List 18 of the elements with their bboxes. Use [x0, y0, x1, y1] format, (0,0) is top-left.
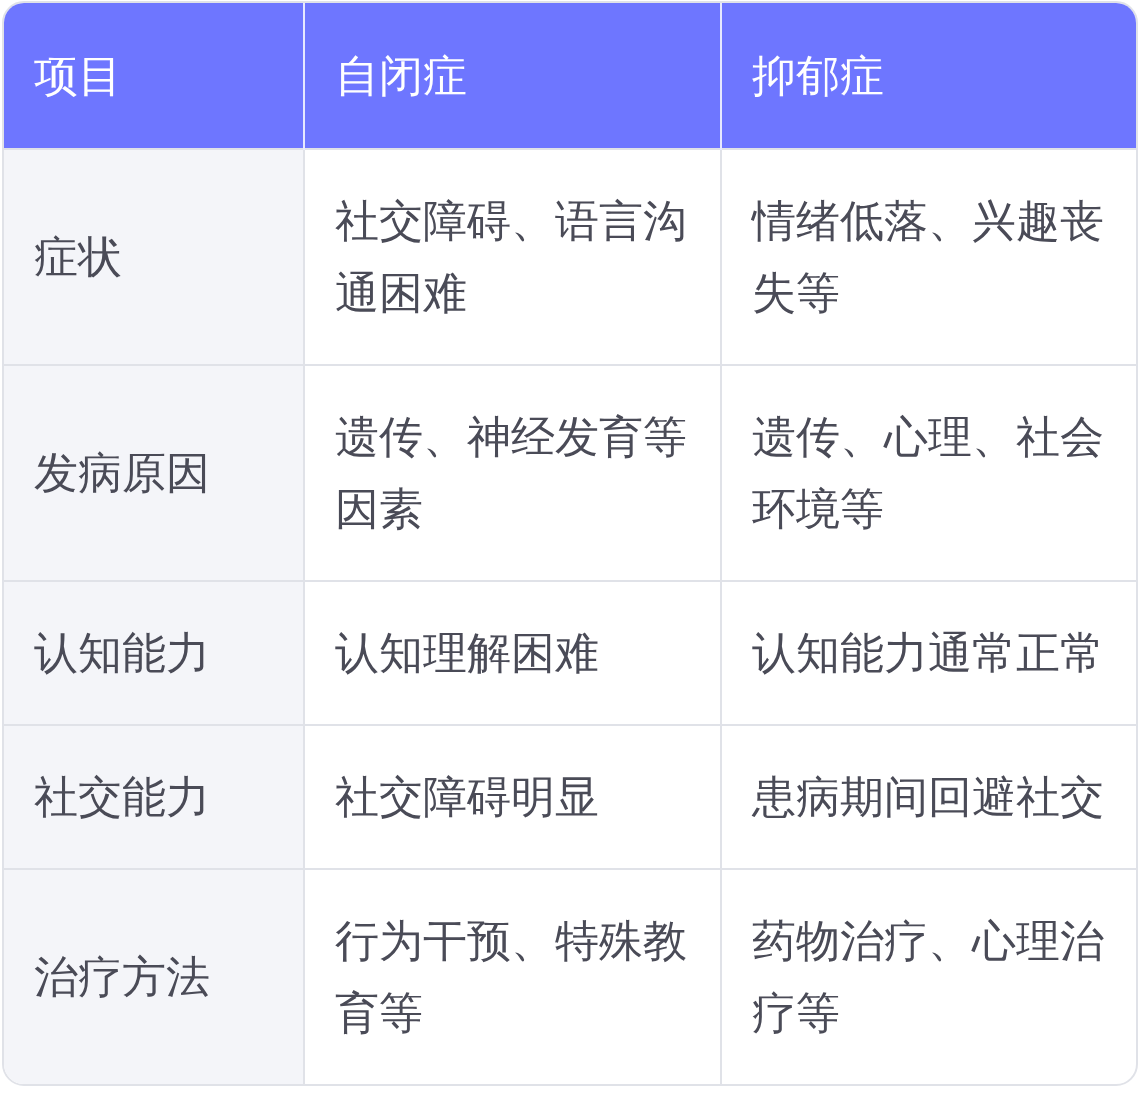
column-header: 项目 — [4, 3, 304, 149]
table-cell: 药物治疗、心理治疗等 — [721, 869, 1136, 1084]
table-cell: 症状 — [4, 149, 304, 365]
table-cell: 情绪低落、兴趣丧失等 — [721, 149, 1136, 365]
table-cell: 发病原因 — [4, 365, 304, 581]
table-cell: 认知能力通常正常 — [721, 581, 1136, 725]
table-cell: 行为干预、特殊教育等 — [304, 869, 721, 1084]
table-cell: 患病期间回避社交 — [721, 725, 1136, 869]
column-header: 抑郁症 — [721, 3, 1136, 149]
table-cell: 遗传、心理、社会环境等 — [721, 365, 1136, 581]
table-cell: 社交障碍明显 — [304, 725, 721, 869]
table-cell: 认知理解困难 — [304, 581, 721, 725]
table-cell: 社交障碍、语言沟通困难 — [304, 149, 721, 365]
column-header: 自闭症 — [304, 3, 721, 149]
table-cell: 社交能力 — [4, 725, 304, 869]
table-cell: 治疗方法 — [4, 869, 304, 1084]
table-cell: 遗传、神经发育等因素 — [304, 365, 721, 581]
table-cell: 认知能力 — [4, 581, 304, 725]
